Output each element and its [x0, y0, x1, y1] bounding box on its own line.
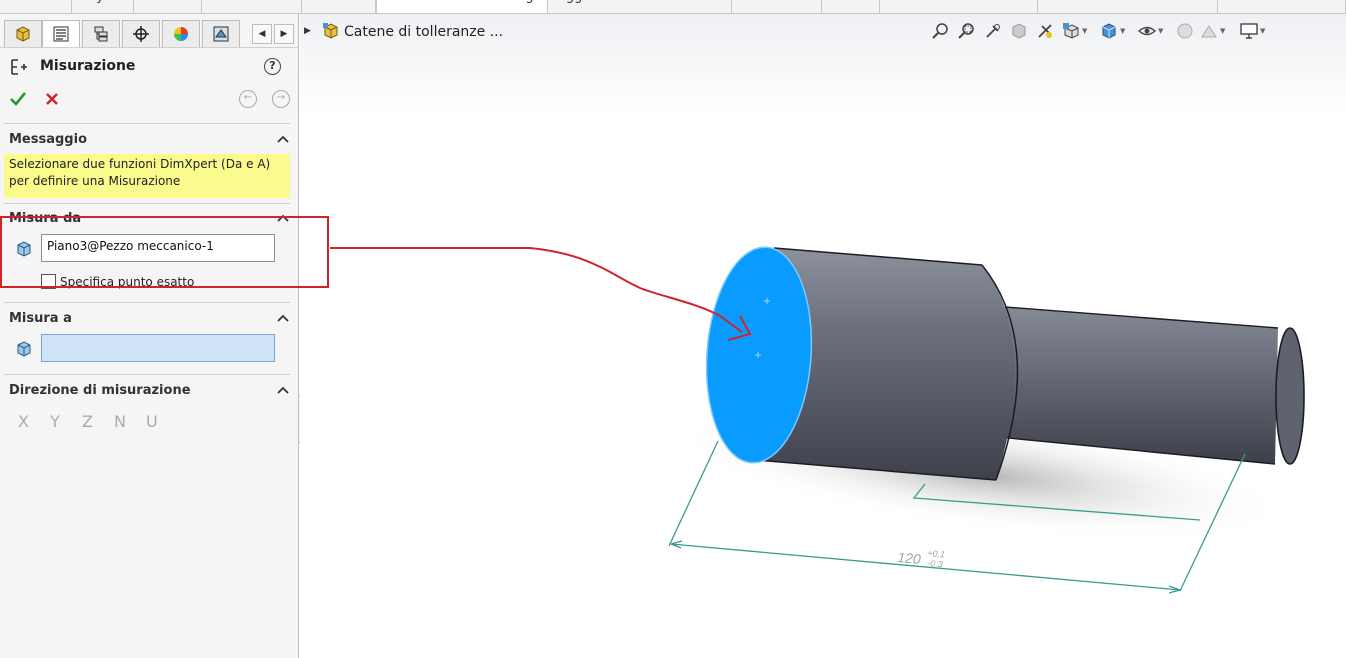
exact-point-label: Specifica punto esatto: [60, 275, 195, 289]
section-header-measure-from[interactable]: Misura da: [9, 211, 289, 229]
axis-z-button[interactable]: Z: [82, 412, 114, 432]
face-selection-icon: [17, 341, 31, 357]
help-icon[interactable]: ?: [264, 58, 281, 75]
direction-axes: X Y Z N U: [18, 412, 218, 432]
tab-cam-manager[interactable]: [202, 20, 240, 47]
section-title: Misura da: [9, 211, 82, 226]
model-canvas[interactable]: 120 +0,1 -0,3: [300, 14, 1346, 658]
message-text: Selezionare due funzioni DimXpert (Da e …: [4, 154, 290, 198]
ok-button[interactable]: [9, 90, 27, 108]
graphics-viewport[interactable]: 120 +0,1 -0,3 ▶ Catene di tolleranze ...…: [300, 14, 1346, 658]
zoom-to-area-icon[interactable]: [958, 22, 976, 40]
chevron-up-icon[interactable]: [277, 385, 289, 395]
dynamic-annotation-icon[interactable]: [1036, 22, 1054, 40]
section-header-measure-to[interactable]: Misura a: [9, 311, 289, 329]
tab-dimxpert-manager[interactable]: [122, 20, 160, 47]
ribbon-tab[interactable]: Schizzo: [134, 0, 202, 13]
ribbon-tab[interactable]: Flow Simulation: [1218, 0, 1346, 13]
next-button[interactable]: →: [272, 90, 290, 108]
dimension-value: 120: [897, 549, 922, 567]
chevron-down-icon[interactable]: ▼: [1082, 27, 1087, 35]
divider: [4, 374, 290, 375]
edit-appearance-icon[interactable]: [1176, 22, 1194, 40]
tab-property-manager[interactable]: [42, 20, 80, 47]
property-manager-icon: [53, 26, 69, 42]
face-selection-icon: [17, 241, 31, 257]
tab-feature-manager[interactable]: [4, 20, 42, 47]
panel-tabs-scroll-right[interactable]: ▶: [274, 24, 294, 44]
section-view-icon[interactable]: [1010, 22, 1028, 40]
tab-configuration-manager[interactable]: [82, 20, 120, 47]
divider: [4, 123, 290, 124]
chevron-right-icon: ▶: [304, 26, 311, 36]
arrow-left-icon: ←: [243, 92, 253, 103]
ribbon-tab[interactable]: Layout: [72, 0, 134, 13]
chevron-down-icon[interactable]: ▼: [1220, 27, 1225, 35]
ribbon-tab[interactable]: Annotazione: [202, 0, 302, 13]
divider: [4, 203, 290, 204]
ribbon-tab[interactable]: Strumenti di rendering: [376, 0, 548, 13]
chevron-up-icon[interactable]: [277, 134, 289, 144]
solidworks-window: AssiemeLayoutSchizzoAnnotazioneValutareS…: [0, 0, 1346, 658]
chevron-down-icon[interactable]: ▼: [1260, 27, 1265, 35]
measurement-icon: [11, 59, 27, 75]
section-header-direction[interactable]: Direzione di misurazione: [9, 383, 289, 401]
tree-root-label[interactable]: Catene di tolleranze ...: [344, 24, 503, 40]
view-orientation-icon[interactable]: [1062, 22, 1080, 40]
display-manager-icon: [174, 27, 188, 41]
ribbon-tab[interactable]: Simulation: [732, 0, 822, 13]
ribbon-tabs: AssiemeLayoutSchizzoAnnotazioneValutareS…: [0, 0, 1346, 14]
panel-tabs-scroll-left[interactable]: ◀: [252, 24, 272, 44]
property-manager-panel: ◀ ▶ Misurazione ? ← → Messaggio Selezion…: [0, 14, 299, 658]
small-cylinder-end[interactable]: [1275, 327, 1305, 465]
hide-show-items-icon[interactable]: [1138, 22, 1156, 40]
ribbon-tab[interactable]: Aggiunte SOLIDWORKS: [548, 0, 732, 13]
section-title: Messaggio: [9, 132, 87, 147]
cam-manager-icon: [213, 26, 229, 42]
ribbon-tab[interactable]: SOLIDWORKS CAM: [880, 0, 1038, 13]
ribbon-tab[interactable]: Valutare: [302, 0, 376, 13]
chevron-down-icon[interactable]: ▼: [1158, 27, 1163, 35]
chevron-up-icon[interactable]: [277, 213, 289, 223]
cancel-button[interactable]: [43, 90, 61, 108]
chevron-right-icon: ▶: [280, 29, 288, 39]
configuration-manager-icon: [94, 26, 108, 42]
section-title: Direzione di misurazione: [9, 383, 191, 398]
dimxpert-manager-icon: [133, 26, 149, 42]
axis-y-button[interactable]: Y: [50, 412, 82, 432]
page-title: Misurazione: [40, 58, 136, 74]
dimension-tolerance-lower: -0,3: [927, 558, 943, 569]
axis-u-button[interactable]: U: [146, 412, 178, 432]
chevron-up-icon[interactable]: [277, 313, 289, 323]
action-buttons: ← →: [0, 88, 299, 112]
previous-button[interactable]: ←: [239, 90, 257, 108]
chevron-down-icon[interactable]: ▼: [1120, 27, 1125, 35]
ribbon-tab[interactable]: MBD: [822, 0, 880, 13]
exact-point-checkbox[interactable]: [41, 274, 56, 289]
ribbon-tab[interactable]: Assieme: [0, 0, 72, 13]
heads-up-view-toolbar: ▼ ▼ ▼ ▼ ▼: [928, 20, 1338, 42]
tab-display-manager[interactable]: [162, 20, 200, 47]
panel-tab-bar: ◀ ▶: [0, 20, 299, 48]
zoom-to-fit-icon[interactable]: [932, 22, 950, 40]
chevron-left-icon: ◀: [258, 29, 266, 39]
ribbon-tab[interactable]: SOLIDWORKS Visualize: [1038, 0, 1218, 13]
measure-to-field[interactable]: [41, 334, 275, 362]
feature-manager-icon: [16, 26, 30, 42]
axis-x-button[interactable]: X: [18, 412, 50, 432]
section-title: Misura a: [9, 311, 72, 326]
apply-scene-icon[interactable]: [1200, 22, 1218, 40]
measure-from-field[interactable]: Piano3@Pezzo meccanico-1: [41, 234, 275, 262]
view-settings-icon[interactable]: [1240, 22, 1258, 40]
section-header-message[interactable]: Messaggio: [9, 132, 289, 150]
part-icon: [323, 23, 338, 39]
divider: [4, 302, 290, 303]
axis-n-button[interactable]: N: [114, 412, 146, 432]
previous-view-icon[interactable]: [984, 22, 1002, 40]
display-style-icon[interactable]: [1100, 22, 1118, 40]
property-manager-header: Misurazione ?: [0, 54, 299, 80]
tree-expand-arrow[interactable]: ▶: [304, 26, 311, 36]
arrow-right-icon: →: [276, 92, 286, 103]
